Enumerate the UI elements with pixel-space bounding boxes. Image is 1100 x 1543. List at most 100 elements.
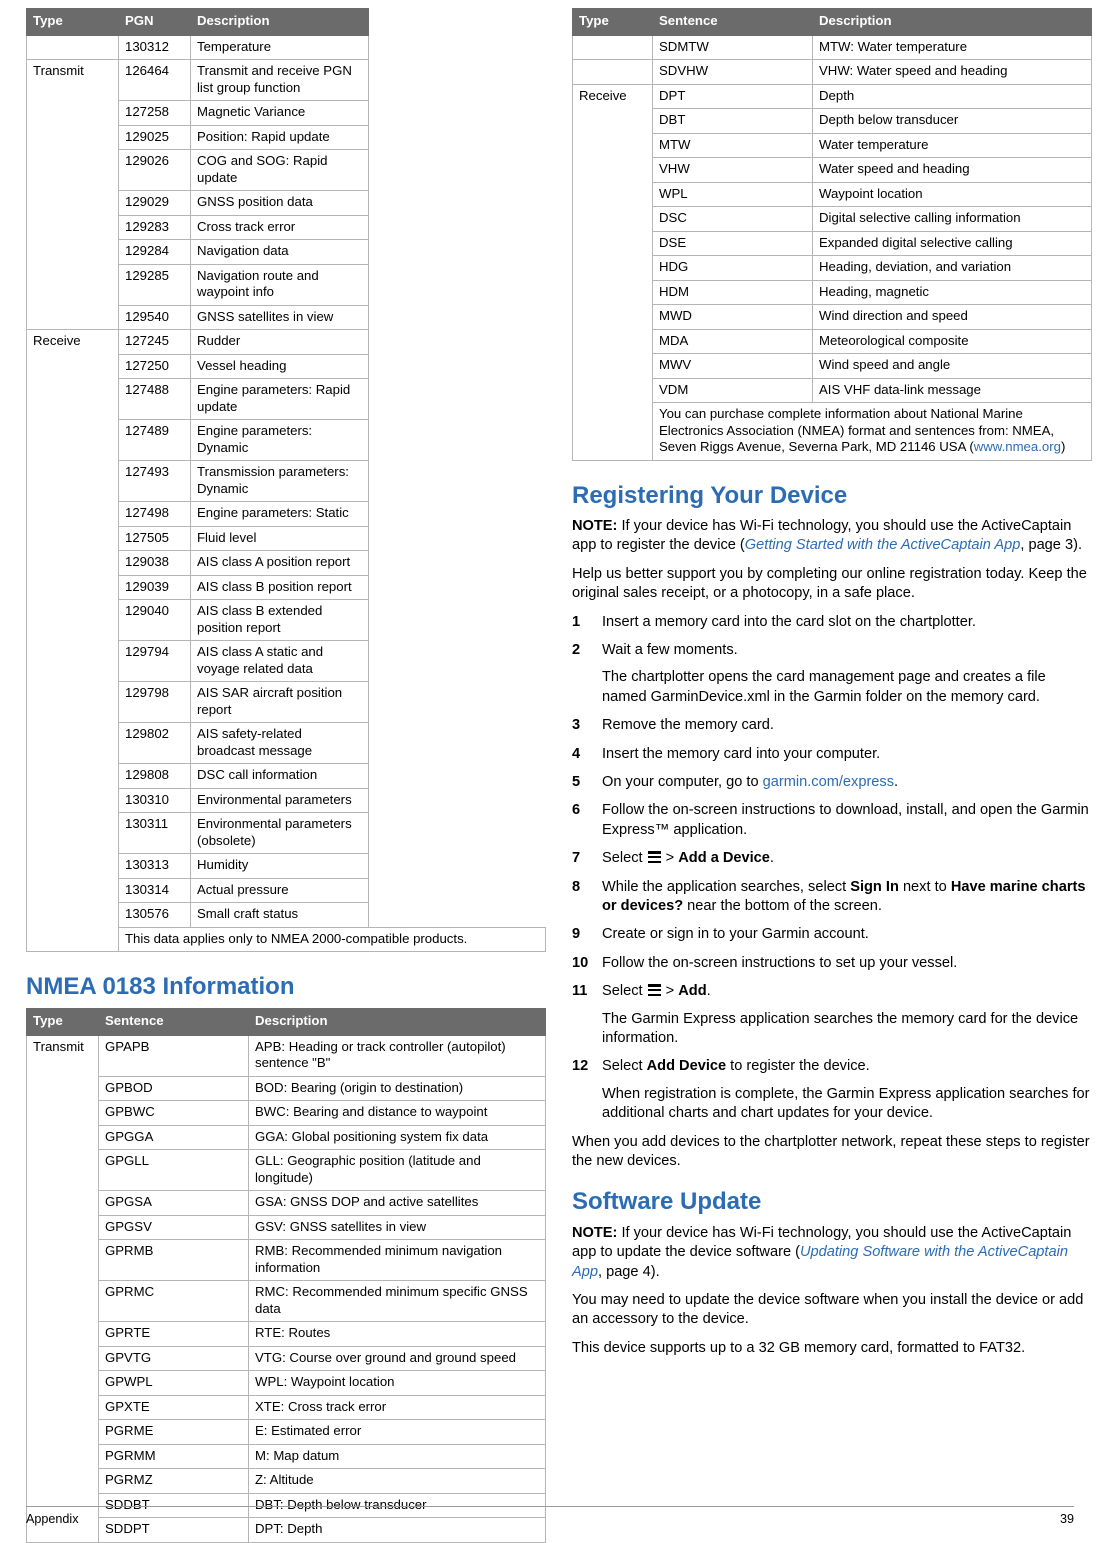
col-header-description: Description xyxy=(812,8,1092,36)
step-number: 3 xyxy=(572,717,581,734)
cell-pgn: 129284 xyxy=(118,239,191,265)
cell-sentence: MTW xyxy=(652,132,813,158)
step-item: 9 Create or sign in to your Garmin accou… xyxy=(572,925,1092,944)
cell-pgn: 130314 xyxy=(118,877,191,903)
step-number: 5 xyxy=(572,773,581,790)
step-bold-label: Add a Device xyxy=(678,850,770,867)
col-header-description: Description xyxy=(248,1008,546,1036)
software-update-paragraph-1: You may need to update the device softwa… xyxy=(572,1292,1084,1328)
step-item: 3 Remove the memory card. xyxy=(572,716,1092,735)
nmea-org-link[interactable]: www.nmea.org xyxy=(974,439,1061,454)
cell-desc: XTE: Cross track error xyxy=(248,1394,546,1421)
cell-desc: Engine parameters: Rapid update xyxy=(190,378,369,420)
cell-sentence: GPXTE xyxy=(98,1394,249,1421)
step-substep: When registration is complete, the Garmi… xyxy=(602,1085,1090,1122)
cell-pgn: 130313 xyxy=(118,853,191,879)
cell-desc: Humidity xyxy=(190,853,369,879)
cell-sentence: GPGSA xyxy=(98,1190,249,1216)
step-text: Insert a memory card into the card slot … xyxy=(602,613,976,630)
right-column: Type Sentence Description SDMTW MTW: Wat… xyxy=(572,8,1092,1367)
registering-steps: 1 Insert a memory card into the card slo… xyxy=(572,613,1092,1124)
cell-pgn: 129802 xyxy=(118,722,191,764)
cell-desc: Wind speed and angle xyxy=(812,353,1092,379)
table-row: GPWPL WPL: Waypoint location xyxy=(27,1370,546,1396)
cell-type: Transmit xyxy=(26,1034,99,1543)
cell-sentence: PGRMZ xyxy=(98,1468,249,1494)
step-text-after: . xyxy=(706,983,711,1000)
table-row: GPGSA GSA: GNSS DOP and active satellite… xyxy=(27,1190,546,1216)
step-text: Wait a few moments. xyxy=(602,641,738,658)
cell-desc: Cross track error xyxy=(190,214,369,240)
cell-desc: DSC call information xyxy=(190,763,369,789)
cell-sentence: GPGGA xyxy=(98,1124,249,1151)
table-row: Transmit GPAPB APB: Heading or track con… xyxy=(26,1034,546,1543)
cell-pgn: 130310 xyxy=(118,787,191,813)
table-row: SDMTW MTW: Water temperature xyxy=(572,34,1092,60)
table-row: GPRTE RTE: Routes xyxy=(27,1321,546,1347)
table-row: GPXTE XTE: Cross track error xyxy=(27,1394,546,1421)
nmea-footnote-cell: You can purchase complete information ab… xyxy=(652,402,1092,461)
cell-sentence: GPGSV xyxy=(98,1214,249,1241)
cell-desc: Transmission parameters: Dynamic xyxy=(190,460,369,502)
section-heading-nmea-0183: NMEA 0183 Information xyxy=(26,973,295,1000)
cell-sentence: GPRMB xyxy=(98,1239,249,1282)
step-text: On your computer, go to xyxy=(602,773,763,790)
cell-desc: Navigation data xyxy=(190,239,369,265)
cell-pgn: 130311 xyxy=(118,812,191,854)
table-row: GPBWC BWC: Bearing and distance to waypo… xyxy=(27,1100,546,1126)
note-cross-reference[interactable]: Getting Started with the ActiveCaptain A… xyxy=(745,537,1021,553)
note-text-2: , page 3). xyxy=(1020,537,1083,554)
step-item: 11 Select > Add. The Garmin Express appl… xyxy=(572,982,1092,1048)
cell-type xyxy=(572,34,653,60)
step-text: Insert the memory card into your compute… xyxy=(602,745,881,762)
table-row: GPGGA GGA: Global positioning system fix… xyxy=(27,1124,546,1151)
cell-sentence: PGRMM xyxy=(98,1443,249,1470)
cell-desc: BOD: Bearing (origin to destination) xyxy=(248,1075,546,1102)
two-column-layout: Type PGN Description 130312 Temperature … xyxy=(26,8,1092,1543)
section-heading-registering: Registering Your Device xyxy=(572,481,848,509)
cell-desc: VHW: Water speed and heading xyxy=(812,59,1092,85)
step-substep: The chartplotter opens the card manageme… xyxy=(602,669,1046,705)
step-item: 4 Insert the memory card into your compu… xyxy=(572,745,1092,764)
cell-pgn: 129025 xyxy=(118,124,191,150)
step-item: 1 Insert a memory card into the card slo… xyxy=(572,613,1092,632)
cell-desc: Digital selective calling information xyxy=(812,206,1092,232)
garmin-express-link[interactable]: garmin.com/express xyxy=(763,774,894,790)
cell-sentence: PGRME xyxy=(98,1419,249,1445)
document-page: Type PGN Description 130312 Temperature … xyxy=(0,0,1100,1543)
step-text-pre: While the application searches, select xyxy=(602,878,851,895)
table-row: PGRMZ Z: Altitude xyxy=(27,1468,546,1494)
software-update-note: NOTE: If your device has Wi‑Fi technolog… xyxy=(572,1224,1092,1282)
footer-page-number: 39 xyxy=(1059,1512,1074,1526)
cell-desc: Navigation route and waypoint info xyxy=(190,263,369,306)
col-header-sentence: Sentence xyxy=(98,1008,249,1036)
table-row: PGRMM M: Map datum xyxy=(27,1443,546,1470)
cell-desc: Vessel heading xyxy=(190,353,369,379)
cell-type: Transmit xyxy=(26,59,119,330)
cell-desc: APB: Heading or track controller (autopi… xyxy=(248,1034,546,1077)
cell-sentence: GPBOD xyxy=(98,1075,249,1102)
cell-sentence: GPVTG xyxy=(98,1345,249,1372)
cell-desc: BWC: Bearing and distance to waypoint xyxy=(248,1100,546,1126)
cell-desc: Position: Rapid update xyxy=(190,124,369,150)
table-row: Receive 127245 Rudder xyxy=(26,329,546,952)
cell-type xyxy=(26,34,119,60)
step-text-pre: Select xyxy=(602,983,647,1000)
nmea-footnote-post: ) xyxy=(1060,439,1066,454)
step-text-mid: > xyxy=(661,850,679,867)
step-item: 10 Follow the on-screen instructions to … xyxy=(572,954,1092,973)
step-item: 6 Follow the on-screen instructions to d… xyxy=(572,801,1092,840)
cell-desc: Small craft status xyxy=(190,902,369,928)
registering-paragraph: Help us better support you by completing… xyxy=(572,565,1087,602)
cell-desc: Fluid level xyxy=(190,525,369,551)
table-row: GPVTG VTG: Course over ground and ground… xyxy=(27,1345,546,1372)
cell-desc: AIS VHF data-link message xyxy=(812,377,1092,403)
step-item: 5 On your computer, go to garmin.com/exp… xyxy=(572,773,1092,792)
nmea0183-table: Type Sentence Description Transmit GPAPB… xyxy=(26,1008,546,1543)
page-footer: Appendix 39 xyxy=(26,1506,1074,1526)
cell-sentence: HDM xyxy=(652,279,813,305)
cell-desc: AIS class B extended position report xyxy=(190,599,369,641)
left-column: Type PGN Description 130312 Temperature … xyxy=(26,8,546,1543)
cell-type: Receive xyxy=(26,329,119,952)
cell-pgn: 126464 xyxy=(118,59,191,101)
